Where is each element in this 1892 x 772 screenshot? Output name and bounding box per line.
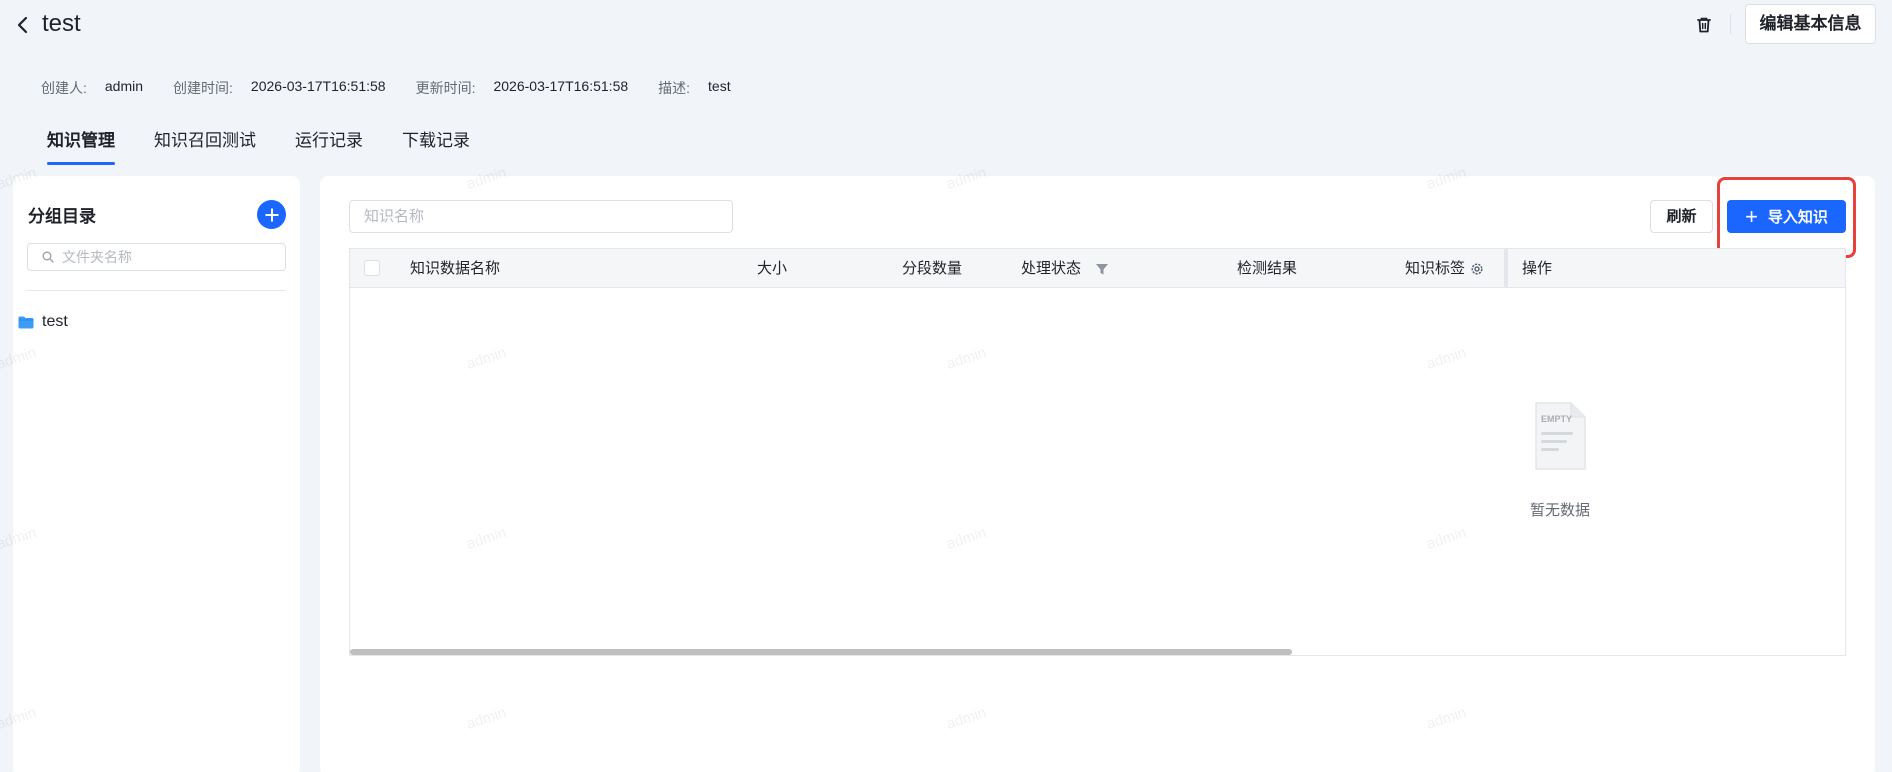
- import-knowledge-button[interactable]: + 导入知识: [1727, 200, 1846, 233]
- filter-icon[interactable]: [1095, 262, 1109, 276]
- knowledge-table: 知识数据名称 大小 分段数量 处理状态 检测结果 知识标签 操作 EMPTY 暂…: [349, 248, 1846, 656]
- select-all-checkbox[interactable]: [364, 260, 380, 276]
- scrollbar-thumb[interactable]: [350, 649, 1292, 655]
- tab-download-records[interactable]: 下载记录: [402, 126, 470, 165]
- delete-icon[interactable]: [1690, 12, 1718, 38]
- column-header-size: 大小: [757, 260, 788, 277]
- tab-run-records[interactable]: 运行记录: [295, 126, 363, 165]
- meta-info: 创建人: admin 创建时间: 2026-03-17T16:51:58 更新时…: [41, 78, 761, 98]
- tab-knowledge-management[interactable]: 知识管理: [47, 126, 115, 165]
- refresh-button[interactable]: 刷新: [1650, 200, 1713, 233]
- header-divider: [1730, 14, 1731, 34]
- updated-time-value: 2026-03-17T16:51:58: [493, 78, 629, 94]
- empty-text: 暂无数据: [1529, 502, 1590, 519]
- group-directory-title: 分组目录: [28, 207, 96, 226]
- tab-recall-test[interactable]: 知识召回测试: [154, 126, 256, 165]
- search-icon: [42, 251, 54, 263]
- column-header-name: 知识数据名称: [410, 260, 501, 277]
- column-header-detection: 检测结果: [1237, 260, 1298, 277]
- folder-search-input[interactable]: [62, 249, 285, 265]
- plus-icon: +: [1745, 203, 1758, 229]
- creator-value: admin: [104, 78, 144, 94]
- sidebar-divider: [27, 290, 286, 291]
- knowledge-panel: 刷新 + 导入知识 知识数据名称 大小 分段数量 处理状态 检测结果 知识标签 …: [320, 176, 1875, 772]
- horizontal-scrollbar[interactable]: [350, 648, 1845, 656]
- description-value: test: [708, 78, 731, 94]
- column-divider: [1504, 249, 1508, 288]
- back-icon[interactable]: [12, 12, 34, 38]
- created-time-value: 2026-03-17T16:51:58: [250, 78, 386, 94]
- import-knowledge-label: 导入知识: [1767, 209, 1828, 226]
- created-time-label: 创建时间:: [173, 80, 233, 96]
- empty-document-icon: EMPTY: [1535, 402, 1586, 470]
- tab-bar: 知识管理 知识召回测试 运行记录 下载记录: [47, 126, 509, 165]
- empty-state: EMPTY 暂无数据: [1500, 399, 1620, 520]
- folder-search: [27, 243, 286, 271]
- add-group-button[interactable]: [257, 200, 286, 229]
- table-header: 知识数据名称 大小 分段数量 处理状态 检测结果 知识标签 操作: [350, 249, 1845, 288]
- updated-time-label: 更新时间:: [415, 80, 476, 96]
- column-header-status: 处理状态: [1021, 249, 1109, 288]
- description-label: 描述:: [658, 80, 691, 96]
- svg-text:EMPTY: EMPTY: [1541, 414, 1572, 424]
- page-header: test 编辑基本信息: [0, 0, 1892, 56]
- folder-icon: [18, 316, 34, 328]
- column-header-segments: 分段数量: [902, 260, 963, 277]
- page-title: test: [42, 10, 81, 37]
- creator-label: 创建人:: [41, 80, 87, 96]
- column-header-actions: 操作: [1522, 260, 1553, 277]
- knowledge-search-input[interactable]: [364, 201, 732, 232]
- knowledge-search: [349, 200, 733, 233]
- folder-item-test[interactable]: test: [18, 313, 68, 331]
- group-directory-panel: 分组目录: [13, 176, 300, 772]
- folder-label: test: [42, 313, 68, 330]
- edit-basic-info-button[interactable]: 编辑基本信息: [1745, 4, 1876, 44]
- column-header-tags: 知识标签: [1405, 249, 1484, 288]
- settings-icon[interactable]: [1470, 262, 1484, 276]
